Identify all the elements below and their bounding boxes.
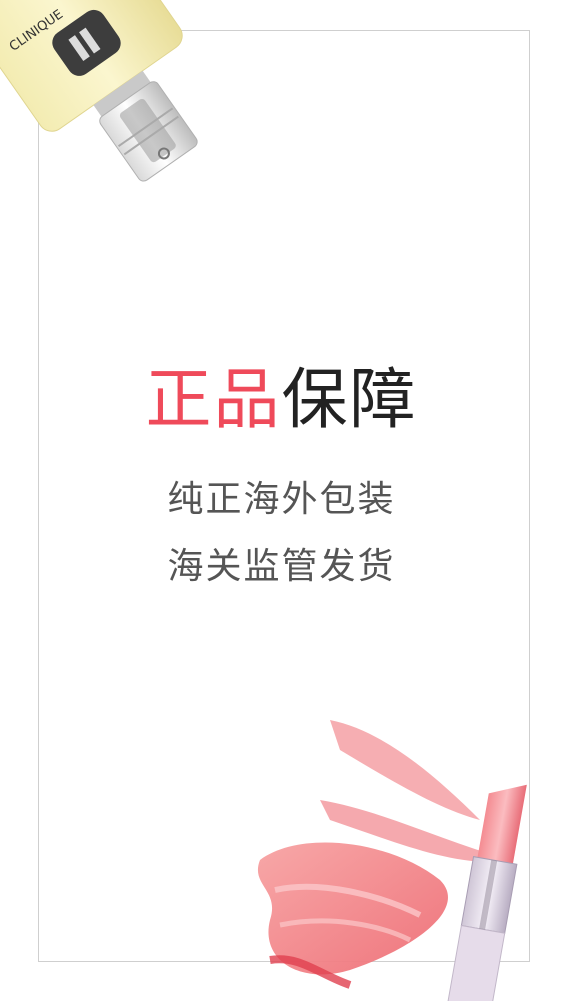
- subtitle-packaging: 纯正海外包装: [167, 479, 396, 520]
- lotion-bottle-icon: CLINIQUE: [0, 0, 198, 182]
- title-accent: 正品: [145, 361, 282, 438]
- page-title: 正品保障: [0, 360, 563, 440]
- lipstick-swatch-icon: [257, 720, 527, 1001]
- splash-page: CLINIQUE 正品保障 纯正海外包装 海关监管发货: [0, 0, 563, 1001]
- title-dark: 保障: [281, 361, 418, 438]
- subtitle-customs: 海关监管发货: [167, 546, 396, 587]
